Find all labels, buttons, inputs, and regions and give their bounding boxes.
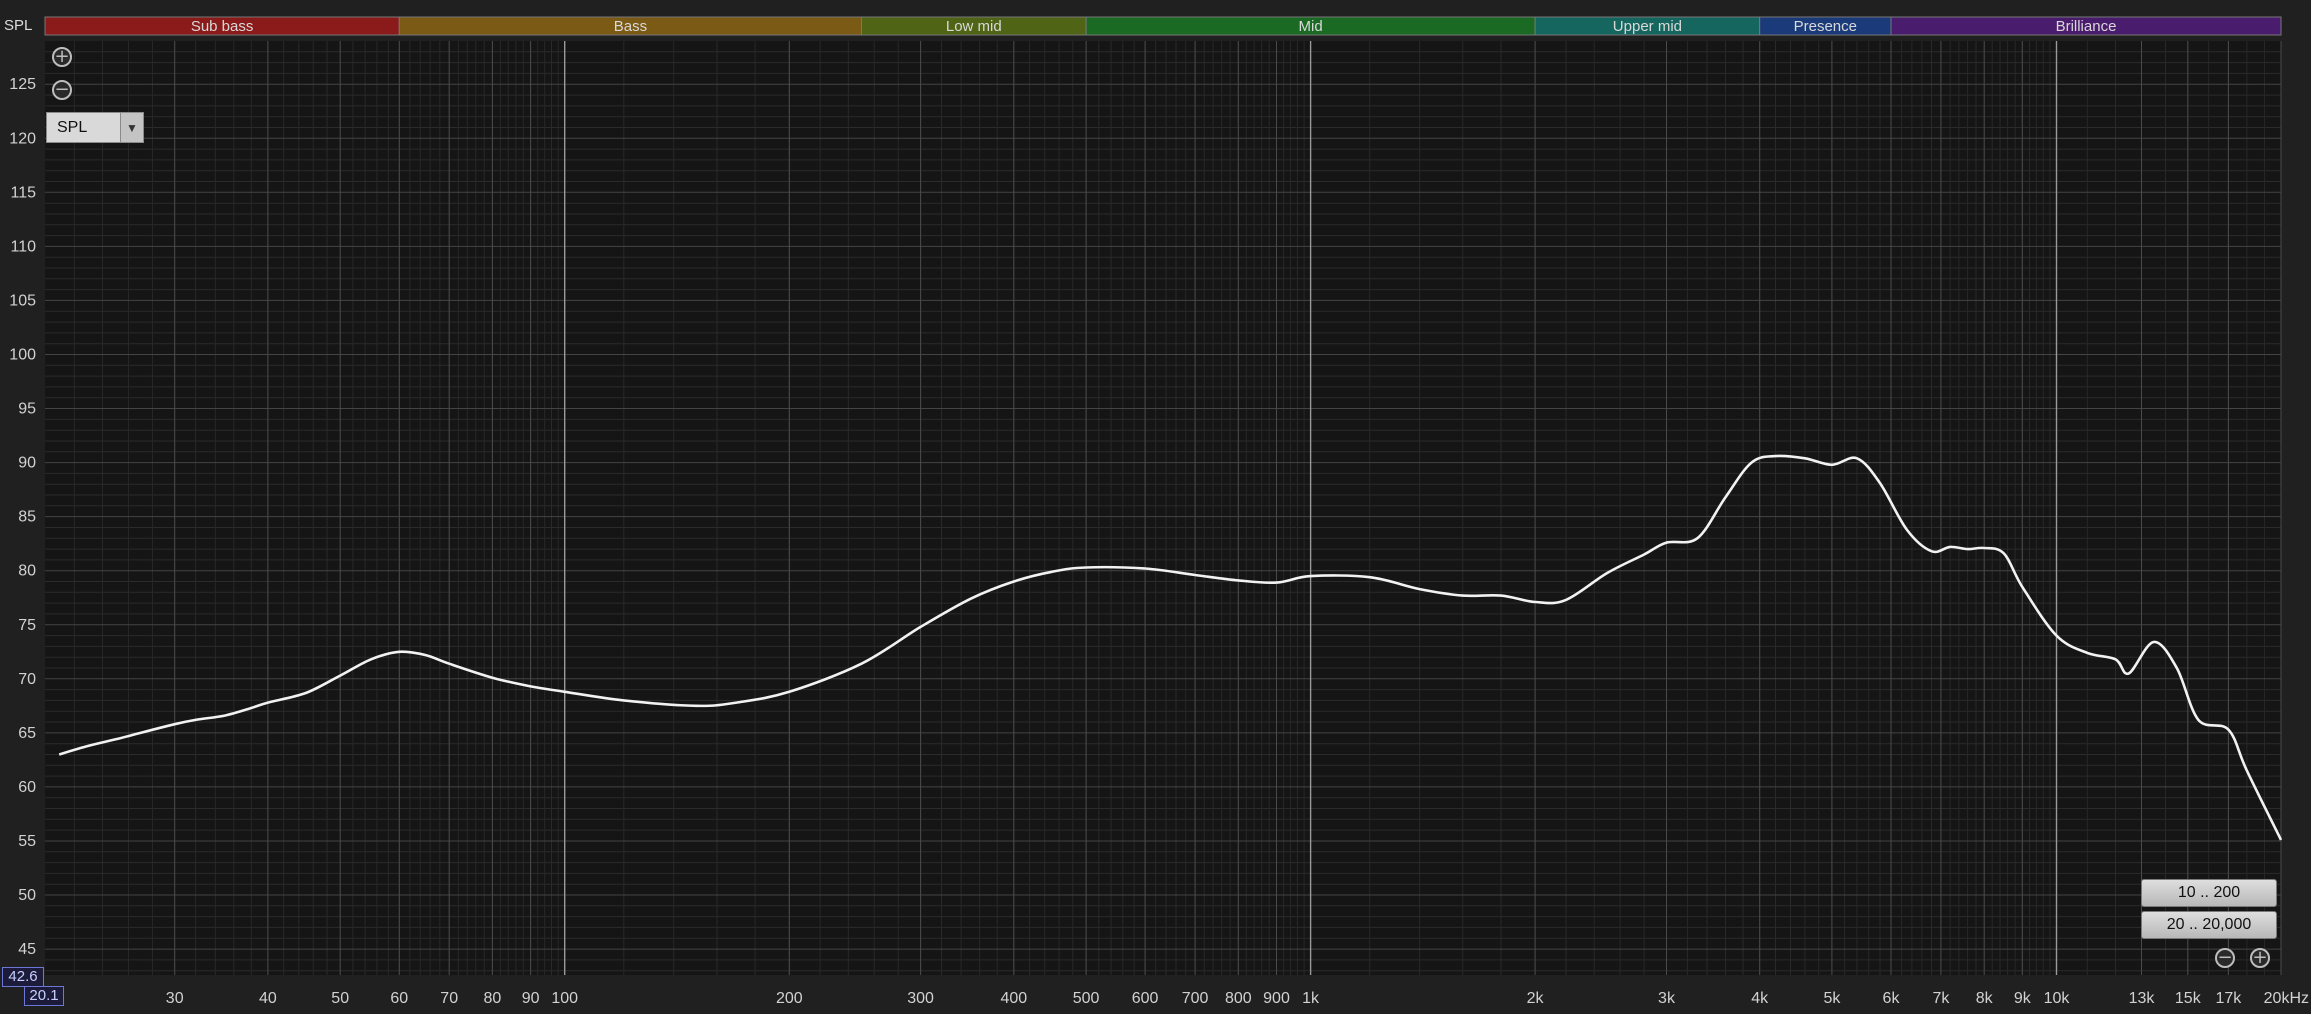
y-tick-label: 115 — [10, 184, 36, 201]
y-tick-label: 55 — [18, 833, 36, 850]
y-tick-label: 60 — [18, 779, 36, 796]
y-tick-label: 75 — [18, 617, 36, 634]
x-tick-label: 50 — [331, 990, 349, 1007]
x-tick-label: 70 — [440, 990, 458, 1007]
frequency-response-chart[interactable]: Sub bass Bass Low mid Mid Upper mid Presence B… — [0, 0, 2311, 1014]
x-axis-ticks: 30 40 50 60 70 80 90 100 200 300 400 500 600 700 800 90… — [166, 990, 2309, 1007]
band-label: Bass — [614, 18, 647, 35]
minus-circle-icon[interactable]: − — [2215, 948, 2235, 968]
y-tick-label: 105 — [9, 292, 36, 309]
range-10-200-label: 10 .. 200 — [2177, 884, 2241, 901]
y-tick-label: 90 — [18, 455, 36, 472]
x-tick-label: 13k — [2129, 990, 2156, 1007]
x-tick-label: 4k — [1751, 990, 1769, 1007]
x-min-readout[interactable]: 20.1 — [24, 986, 64, 1006]
y-tick-label: 85 — [18, 509, 36, 526]
x-tick-label: 500 — [1073, 990, 1100, 1007]
y-min-readout-value: 42.6 — [8, 968, 38, 985]
frequency-bands: Sub bass Bass Low mid Mid Upper mid Presence B… — [44, 16, 2282, 36]
x-tick-label: 2k — [1527, 990, 1545, 1007]
x-tick-label: 400 — [1000, 990, 1027, 1007]
x-tick-label: 20kHz — [2264, 990, 2309, 1007]
x-tick-label: 90 — [522, 990, 540, 1007]
x-tick-label: 30 — [166, 990, 184, 1007]
band-label: Mid — [1299, 18, 1323, 35]
x-tick-label: 40 — [259, 990, 277, 1007]
band-label: Presence — [1794, 18, 1857, 35]
x-tick-label: 60 — [390, 990, 408, 1007]
x-tick-label: 3k — [1658, 990, 1676, 1007]
x-tick-label: 9k — [2014, 990, 2032, 1007]
y-tick-label: 125 — [9, 76, 36, 93]
x-min-readout-value: 20.1 — [29, 987, 59, 1004]
measurement-select[interactable]: SPL ▼ — [46, 112, 144, 143]
chevron-down-icon: ▼ — [120, 113, 143, 142]
measurement-select-value: SPL — [57, 118, 88, 136]
y-tick-label: 45 — [18, 941, 36, 958]
x-tick-label: 300 — [907, 990, 934, 1007]
band-label: Sub bass — [191, 18, 254, 35]
range-10-200-button[interactable]: 10 .. 200 — [2141, 879, 2277, 907]
band-label: Upper mid — [1613, 18, 1682, 35]
x-tick-label: 1k — [1302, 990, 1320, 1007]
x-tick-label: 6k — [1883, 990, 1901, 1007]
x-tick-label: 80 — [484, 990, 502, 1007]
plus-circle-icon[interactable]: + — [2250, 948, 2270, 968]
y-tick-label: 100 — [9, 347, 36, 364]
x-tick-label: 8k — [1976, 990, 1994, 1007]
y-tick-label: 70 — [18, 671, 36, 688]
y-axis-label: SPL — [4, 17, 32, 34]
x-tick-label: 800 — [1225, 990, 1252, 1007]
x-tick-label: 5k — [1823, 990, 1841, 1007]
y-tick-label: 65 — [18, 725, 36, 742]
x-tick-label: 15k — [2175, 990, 2202, 1007]
y-tick-label: 110 — [10, 238, 36, 255]
plus-circle-icon[interactable]: + — [52, 47, 72, 67]
minus-circle-icon[interactable]: − — [52, 80, 72, 100]
band-label: Brilliance — [2056, 18, 2117, 35]
x-tick-label: 7k — [1932, 990, 1950, 1007]
y-min-readout[interactable]: 42.6 — [2, 967, 44, 987]
x-tick-label: 200 — [776, 990, 803, 1007]
y-tick-label: 95 — [18, 401, 36, 418]
x-tick-label: 17k — [2216, 990, 2243, 1007]
range-20-20000-label: 20 .. 20,000 — [2166, 916, 2252, 933]
x-tick-label: 600 — [1132, 990, 1159, 1007]
y-tick-label: 50 — [18, 887, 36, 904]
x-tick-label: 10k — [2044, 990, 2071, 1007]
range-20-20000-button[interactable]: 20 .. 20,000 — [2141, 911, 2277, 939]
y-tick-label: 120 — [9, 130, 36, 147]
x-tick-label: 700 — [1182, 990, 1209, 1007]
y-tick-label: 80 — [18, 563, 36, 580]
x-tick-label: 100 — [551, 990, 578, 1007]
x-tick-label: 900 — [1263, 990, 1290, 1007]
band-label: Low mid — [946, 18, 1002, 35]
